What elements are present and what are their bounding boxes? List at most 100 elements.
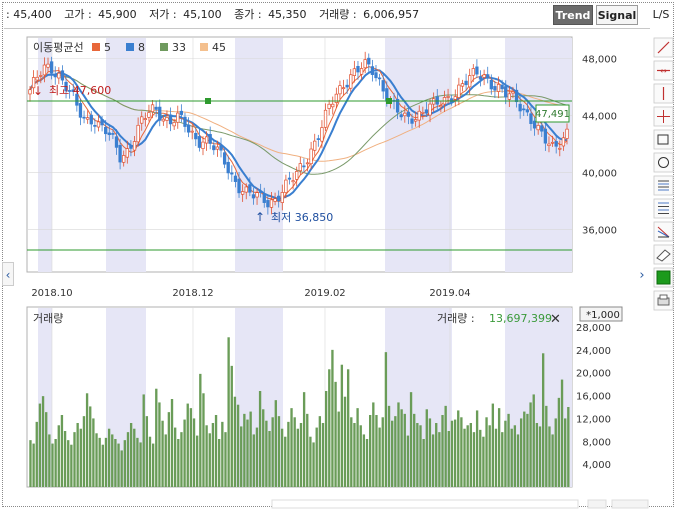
scroll-track[interactable] [271, 499, 579, 509]
shade-band [235, 38, 283, 272]
volume-bar [504, 420, 507, 487]
scroll-button[interactable] [611, 499, 649, 509]
high-line-handle[interactable] [205, 98, 211, 104]
candle-body [424, 109, 429, 114]
shade-band [505, 38, 572, 272]
candle-body [536, 125, 540, 131]
candle-body [273, 198, 277, 202]
candle-body [543, 128, 548, 144]
print-icon[interactable] [653, 290, 674, 311]
ma-legend-swatch [92, 43, 100, 51]
volume-bar [475, 410, 479, 487]
trend-line-icon[interactable] [653, 37, 674, 58]
eraser-icon[interactable] [653, 244, 674, 265]
volume-bar [365, 439, 369, 487]
volume-bar [516, 434, 520, 487]
candle-body [46, 63, 50, 68]
volume-bar [35, 421, 38, 487]
volume-tick-label: 12,000 [576, 414, 611, 425]
close-volume-icon[interactable]: ✕ [550, 312, 561, 327]
volume-bar [111, 434, 114, 487]
volume-bar [290, 408, 293, 487]
candle-body [122, 155, 126, 163]
volume-bar [123, 440, 127, 487]
date-tick-label: 2018.12 [172, 288, 213, 299]
volume-bar [186, 403, 189, 487]
volume-bar [224, 432, 227, 487]
volume-bar [564, 418, 567, 487]
circle-icon[interactable] [653, 152, 674, 173]
candle-body [57, 72, 61, 79]
volume-bar [79, 428, 82, 487]
price-axis: 48,000 44,000 40,000 36,000 [582, 54, 617, 236]
volume-bar [538, 426, 542, 487]
fibonacci-icon[interactable] [653, 175, 674, 196]
volume-bar [472, 432, 476, 487]
candle-body [341, 87, 346, 90]
rectangle-icon[interactable] [653, 129, 674, 150]
volume-bar [384, 352, 388, 487]
vertical-line-icon[interactable] [653, 83, 674, 104]
volume-bar [177, 439, 180, 487]
volume-bar [334, 381, 337, 487]
color-picker-icon[interactable] [653, 267, 674, 288]
candle-body [262, 193, 266, 203]
volume-bar [199, 373, 202, 487]
date-tick-label: 2019.04 [429, 288, 470, 299]
candle-body [298, 163, 302, 172]
stock-chart[interactable]: 이동평균선 5 8 33 45 ↓ 최고 47,600 ↑ 최저 36,850 47,… [0, 0, 678, 510]
candle-body [240, 191, 245, 195]
volume-bar [532, 394, 535, 487]
volume-bar [337, 411, 340, 487]
candle-body [381, 80, 385, 92]
volume-bar [249, 411, 252, 487]
volume-bar [523, 411, 526, 487]
volume-readout-value: 13,697,399 [489, 312, 552, 325]
candle-body [446, 96, 450, 98]
candle-body [349, 74, 353, 89]
candle-body [507, 93, 511, 100]
scroll-button[interactable] [587, 499, 607, 509]
volume-bar [501, 432, 504, 487]
volume-bar [287, 421, 290, 487]
candle-body [399, 114, 403, 118]
volume-bar [57, 425, 60, 487]
volume-bar [431, 434, 435, 487]
gann-line-icon[interactable] [653, 221, 674, 242]
volume-bar [60, 415, 64, 487]
high-line-handle[interactable] [386, 98, 392, 104]
volume-readout-label: 거래량 : [437, 312, 475, 325]
candle-body [222, 152, 227, 165]
volume-bar [164, 434, 167, 487]
volume-bar [45, 412, 48, 487]
volume-bar [324, 391, 328, 487]
candle-body [291, 180, 295, 183]
horizontal-line-icon[interactable]: ↔ [653, 60, 674, 81]
candle-body [49, 61, 54, 74]
volume-bar [387, 405, 391, 487]
candle-body [471, 68, 475, 76]
volume-bar [328, 369, 331, 487]
candle-body [464, 80, 468, 86]
volume-bar [161, 420, 164, 487]
volume-bar [428, 418, 432, 487]
high-marker: 최고 47,600 [49, 84, 111, 97]
candle-body [345, 84, 349, 88]
candle-body [86, 117, 90, 120]
candle-body [417, 110, 421, 121]
volume-bar [416, 423, 419, 487]
volume-bar [126, 432, 130, 487]
crosshair-icon[interactable] [653, 106, 674, 127]
volume-bar [95, 433, 98, 487]
volume-bar [557, 397, 561, 487]
volume-bar [312, 442, 315, 487]
candle-body [233, 175, 238, 182]
volume-bar [240, 426, 243, 487]
volume-bar [48, 434, 51, 487]
candle-body [280, 192, 284, 203]
volume-bar [98, 437, 101, 487]
candle-body [421, 111, 425, 114]
fibonacci-fan-icon[interactable] [653, 198, 674, 219]
volume-bar [567, 407, 570, 487]
candle-body [266, 200, 270, 208]
